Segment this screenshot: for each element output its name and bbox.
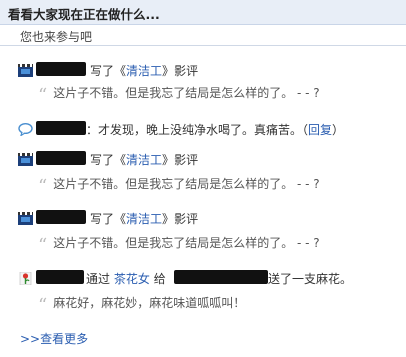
redacted-username <box>36 62 86 76</box>
film-icon <box>18 212 33 225</box>
review-link[interactable]: 清洁工 <box>126 64 162 78</box>
quote-text: “这片子不错。但是我忘了结局是怎么样的了。 - - ? <box>38 235 320 256</box>
redacted-username <box>36 151 86 165</box>
chat-bubble-icon <box>18 123 33 136</box>
gift-sender-link[interactable]: 茶花女 <box>114 272 150 286</box>
quote-mark-icon: “ <box>38 85 48 106</box>
subheader: 您也来参与吧 <box>0 25 406 46</box>
redacted-recipient <box>174 270 268 284</box>
quote-mark-icon: “ <box>38 235 48 256</box>
view-more-link[interactable]: >>查看更多 <box>20 330 88 347</box>
flower-icon <box>19 272 32 285</box>
header-title: 看看大家现在正在做什么... <box>8 7 160 22</box>
redacted-username <box>36 210 86 224</box>
quote-text: “麻花好，麻花妙，麻花味道呱呱叫！ <box>38 295 246 316</box>
film-icon <box>18 153 33 166</box>
review-link[interactable]: 清洁工 <box>126 153 162 167</box>
subheader-text: 您也来参与吧 <box>20 30 93 44</box>
film-icon <box>18 64 33 77</box>
quote-text: “这片子不错。但是我忘了结局是怎么样的了。 - - ? <box>38 85 320 106</box>
redacted-username <box>36 121 86 135</box>
quote-mark-icon: “ <box>38 295 48 316</box>
quote-mark-icon: “ <box>38 176 48 197</box>
redacted-username <box>36 270 84 284</box>
feed-header: 看看大家现在正在做什么... <box>0 0 406 25</box>
reply-link[interactable]: 回复 <box>308 123 332 137</box>
quote-text: “这片子不错。但是我忘了结局是怎么样的了。 - - ? <box>38 176 320 197</box>
review-link[interactable]: 清洁工 <box>126 212 162 226</box>
